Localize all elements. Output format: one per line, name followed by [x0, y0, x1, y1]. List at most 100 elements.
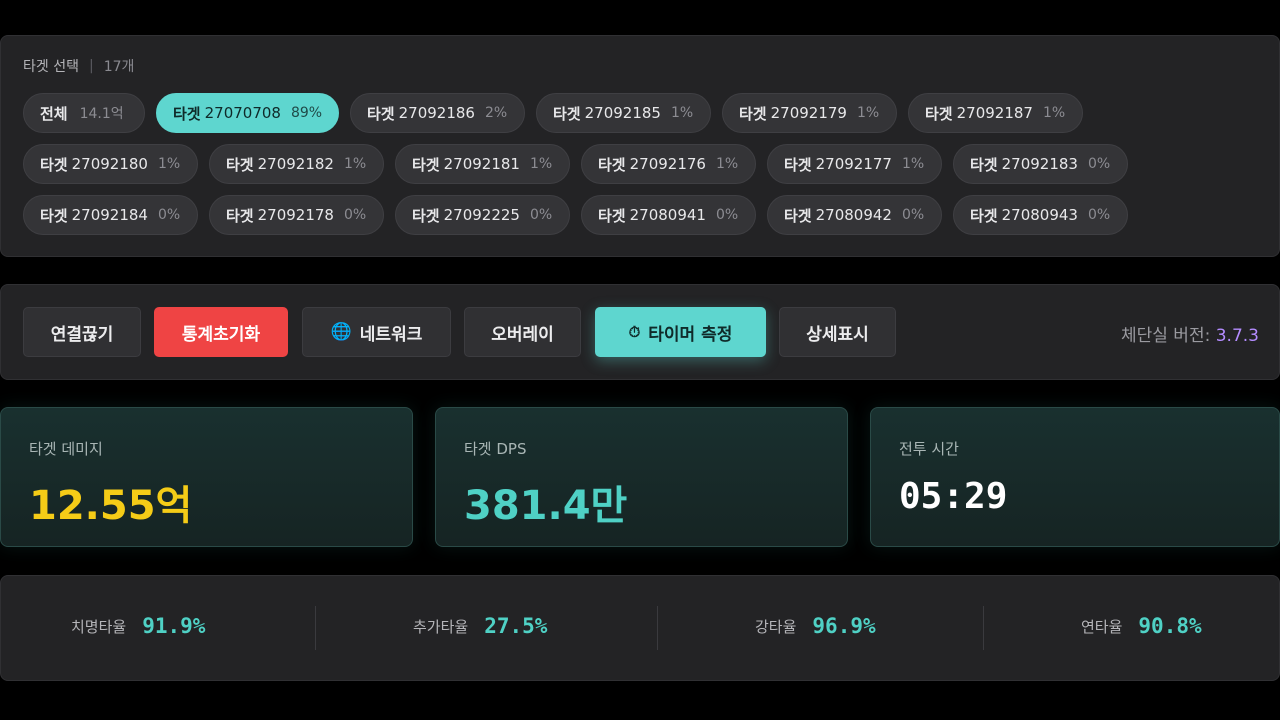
target-chip-id: 27092225: [443, 206, 520, 224]
target-chip[interactable]: 타겟 27092179 1%: [722, 93, 897, 133]
target-chip-percent: 0%: [343, 207, 367, 223]
details-button[interactable]: 상세표시: [779, 307, 896, 357]
target-chip-id: 27092184: [71, 206, 148, 224]
target-chip-id: 27092183: [1001, 155, 1078, 173]
target-chip-percent: 0%: [157, 207, 181, 223]
target-chip-percent: 1%: [1042, 105, 1066, 121]
disconnect-label: 연결끊기: [50, 324, 114, 345]
rates-divider: [983, 606, 984, 650]
crit-rate-label: 치명타율: [71, 617, 127, 636]
combo-rate: 연타율 90.8%: [1081, 614, 1202, 638]
extra-rate-label: 추가타율: [413, 617, 469, 636]
target-chip-id: 27092181: [443, 155, 520, 173]
rates-panel: 치명타율 91.9% 추가타율 27.5% 강타율 96.9% 연타율 90.8…: [0, 575, 1280, 681]
target-chip-id: 27092182: [257, 155, 334, 173]
target-chip-percent: 1%: [343, 156, 367, 172]
target-chip-id: 27092180: [71, 155, 148, 173]
reset-stats-label: 통계초기화: [181, 324, 261, 345]
target-chip-row-2: 타겟 27092180 1% 타겟 27092182 1% 타겟 27092181 1% 타겟 27…: [23, 144, 1128, 184]
target-chip[interactable]: 타겟 27080941 0%: [581, 195, 756, 235]
target-chip[interactable]: 타겟 27092176 1%: [581, 144, 756, 184]
extra-rate: 추가타율 27.5%: [413, 614, 547, 638]
target-selection-panel: 타겟 선택 | 17개 전체 14.1억 타겟 27070708 89% 타겟 2709…: [0, 35, 1280, 257]
header-separator: |: [88, 58, 94, 74]
target-chip-prefix: 타겟: [226, 206, 254, 225]
dps-card: 타겟 DPS 381.4만: [435, 407, 848, 547]
damage-label: 타겟 데미지: [29, 440, 103, 458]
target-chip[interactable]: 타겟 27092225 0%: [395, 195, 570, 235]
target-chip-percent: 1%: [715, 156, 739, 172]
target-selection-title: 타겟 선택: [23, 59, 79, 75]
extra-rate-value: 27.5%: [484, 614, 548, 638]
toolbar-panel: 연결끊기 통계초기화 🌐 네트워크 오버레이 ⏱ 타이머 측정 상세표시 체단실…: [0, 284, 1280, 380]
target-chip-all[interactable]: 전체 14.1억: [23, 93, 145, 133]
target-chip-percent: 1%: [901, 156, 925, 172]
reset-stats-button[interactable]: 통계초기화: [154, 307, 288, 357]
target-chip-prefix: 타겟: [412, 206, 440, 225]
target-chip-prefix: 타겟: [40, 206, 68, 225]
target-chip-prefix: 타겟: [40, 155, 68, 174]
target-chip[interactable]: 타겟 27080943 0%: [953, 195, 1128, 235]
target-chip[interactable]: 타겟 27092178 0%: [209, 195, 384, 235]
target-chip-prefix: 타겟: [367, 104, 395, 123]
combo-rate-value: 90.8%: [1138, 614, 1202, 638]
dps-value: 381.4만: [464, 483, 628, 529]
target-chip-prefix: 타겟: [970, 206, 998, 225]
target-chip-id: 27070708: [204, 104, 281, 122]
timer-label: 타이머 측정: [648, 324, 733, 345]
target-chip[interactable]: 타겟 27092177 1%: [767, 144, 942, 184]
target-chip-id: 27092179: [770, 104, 847, 122]
target-chip-percent: 1%: [157, 156, 181, 172]
target-chip-id: 27092187: [956, 104, 1033, 122]
target-chip-id: 27092176: [629, 155, 706, 173]
target-chip[interactable]: 타겟 27092187 1%: [908, 93, 1083, 133]
target-chip[interactable]: 타겟 27080942 0%: [767, 195, 942, 235]
target-count: 17개: [103, 59, 135, 75]
target-chip-prefix: 타겟: [173, 104, 201, 123]
combat-time-label: 전투 시간: [899, 440, 959, 458]
strong-rate-label: 강타율: [755, 617, 797, 636]
combo-rate-label: 연타율: [1081, 617, 1123, 636]
rates-divider: [315, 606, 316, 650]
crit-rate-value: 91.9%: [142, 614, 206, 638]
target-chip-percent: 89%: [290, 105, 323, 121]
overlay-label: 오버레이: [491, 324, 554, 345]
version-label: 체단실 버전:: [1120, 326, 1211, 346]
target-chip-id: 27092177: [815, 155, 892, 173]
target-chip-prefix: 타겟: [925, 104, 953, 123]
target-chip-prefix: 타겟: [412, 155, 440, 174]
target-chip-prefix: 타겟: [739, 104, 767, 123]
timer-button[interactable]: ⏱ 타이머 측정: [595, 307, 766, 357]
target-chip-prefix: 타겟: [784, 206, 812, 225]
target-chip[interactable]: 타겟 27092181 1%: [395, 144, 570, 184]
combat-time-value: 05:29: [899, 476, 1008, 517]
target-chip-row-3: 타겟 27092184 0% 타겟 27092178 0% 타겟 27092225 0% 타겟 27…: [23, 195, 1128, 235]
target-chip-id: 27080943: [1001, 206, 1078, 224]
target-chip-percent: 0%: [715, 207, 739, 223]
network-label: 네트워크: [359, 324, 423, 345]
target-chip[interactable]: 타겟 27092182 1%: [209, 144, 384, 184]
target-chip-prefix: 타겟: [598, 206, 626, 225]
target-chip[interactable]: 타겟 27092186 2%: [350, 93, 525, 133]
target-chip-prefix: 타겟: [784, 155, 812, 174]
target-chip[interactable]: 타겟 27092180 1%: [23, 144, 198, 184]
overlay-button[interactable]: 오버레이: [464, 307, 581, 357]
target-chip[interactable]: 타겟 27092185 1%: [536, 93, 711, 133]
target-chip-percent: 1%: [670, 105, 694, 121]
combat-time-card: 전투 시간 05:29: [870, 407, 1280, 547]
strong-rate: 강타율 96.9%: [755, 614, 876, 638]
target-chip[interactable]: 타겟 27092183 0%: [953, 144, 1128, 184]
target-chip-id: 27092178: [257, 206, 334, 224]
dps-label: 타겟 DPS: [464, 440, 527, 458]
damage-value: 12.55억: [29, 483, 193, 529]
target-chip-percent: 1%: [856, 105, 880, 121]
disconnect-button[interactable]: 연결끊기: [23, 307, 141, 357]
target-chip-prefix: 타겟: [970, 155, 998, 174]
target-chip[interactable]: 타겟 27070708 89%: [156, 93, 339, 133]
stopwatch-icon: ⏱: [628, 323, 641, 341]
globe-icon: 🌐: [330, 322, 352, 342]
target-chip[interactable]: 타겟 27092184 0%: [23, 195, 198, 235]
target-chip-row-1: 전체 14.1억 타겟 27070708 89% 타겟 27092186 2% 타겟 2709…: [23, 93, 1083, 133]
target-chip-prefix: 타겟: [226, 155, 254, 174]
network-button[interactable]: 🌐 네트워크: [302, 307, 451, 357]
